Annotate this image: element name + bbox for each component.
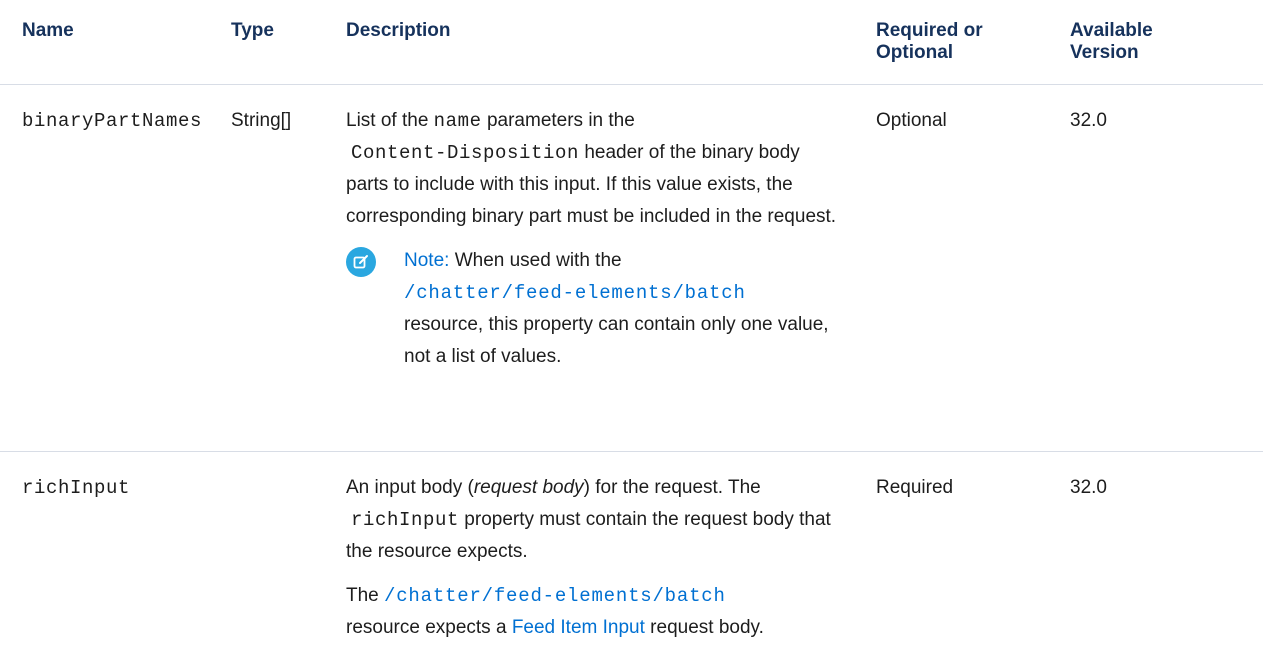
row-version: 32.0 — [1070, 110, 1107, 131]
description-paragraph: An input body (request body) for the req… — [346, 472, 844, 568]
row-required: Required — [876, 477, 954, 498]
note-block: Note: When used with the /chatter/feed-e… — [346, 245, 844, 373]
note-text: resource, this property can contain only… — [404, 314, 829, 367]
row-description: An input body (request body) for the req… — [346, 472, 844, 656]
desc-code: Content-Disposition — [351, 142, 580, 164]
row-name: richInput — [22, 477, 131, 499]
row-type: String[] — [231, 110, 292, 131]
table-row: binaryPartNames String[] List of the nam… — [0, 85, 1263, 452]
description-paragraph: List of the name parameters in the Conten… — [346, 105, 844, 233]
row-description: List of the name parameters in the Conten… — [346, 105, 844, 373]
header-required-line2: Optional — [876, 42, 954, 63]
desc-text: resource expects a — [346, 617, 512, 638]
header-required: Required or Optional — [876, 20, 983, 64]
header-required-line1: Required or — [876, 20, 983, 41]
header-version: Available Version — [1070, 20, 1153, 64]
header-description: Description — [346, 20, 451, 41]
table-row: richInput An input body (request body) f… — [0, 452, 1263, 657]
feed-item-input-link[interactable]: Feed Item Input — [512, 617, 645, 638]
chatter-batch-link[interactable]: /chatter/feed-elements/batch — [404, 282, 746, 304]
header-version-line1: Available — [1070, 20, 1153, 41]
desc-text: List of the — [346, 110, 434, 131]
desc-code: name — [433, 110, 482, 132]
desc-text: request body. — [644, 617, 764, 638]
properties-table: Name Type Description Required or Option… — [0, 0, 1263, 657]
row-required: Optional — [876, 110, 947, 131]
desc-text: ) for the request. The — [583, 477, 761, 498]
header-version-line2: Version — [1070, 42, 1139, 63]
desc-code: richInput — [351, 509, 460, 531]
header-name: Name — [22, 20, 74, 41]
row-name: binaryPartNames — [22, 110, 203, 132]
desc-text: The — [346, 585, 385, 606]
row-version: 32.0 — [1070, 477, 1107, 498]
note-label: Note: — [404, 250, 450, 271]
desc-emphasis: request body — [473, 477, 584, 498]
note-text: When used with the — [449, 250, 622, 271]
description-paragraph: The /chatter/feed-elements/batch resource… — [346, 580, 844, 644]
desc-text: parameters in the — [481, 110, 635, 131]
table-header-row: Name Type Description Required or Option… — [0, 0, 1263, 85]
desc-text: An input body ( — [346, 477, 474, 498]
header-type: Type — [231, 20, 274, 41]
chatter-batch-link[interactable]: /chatter/feed-elements/batch — [384, 585, 726, 607]
edit-note-icon — [346, 247, 376, 277]
